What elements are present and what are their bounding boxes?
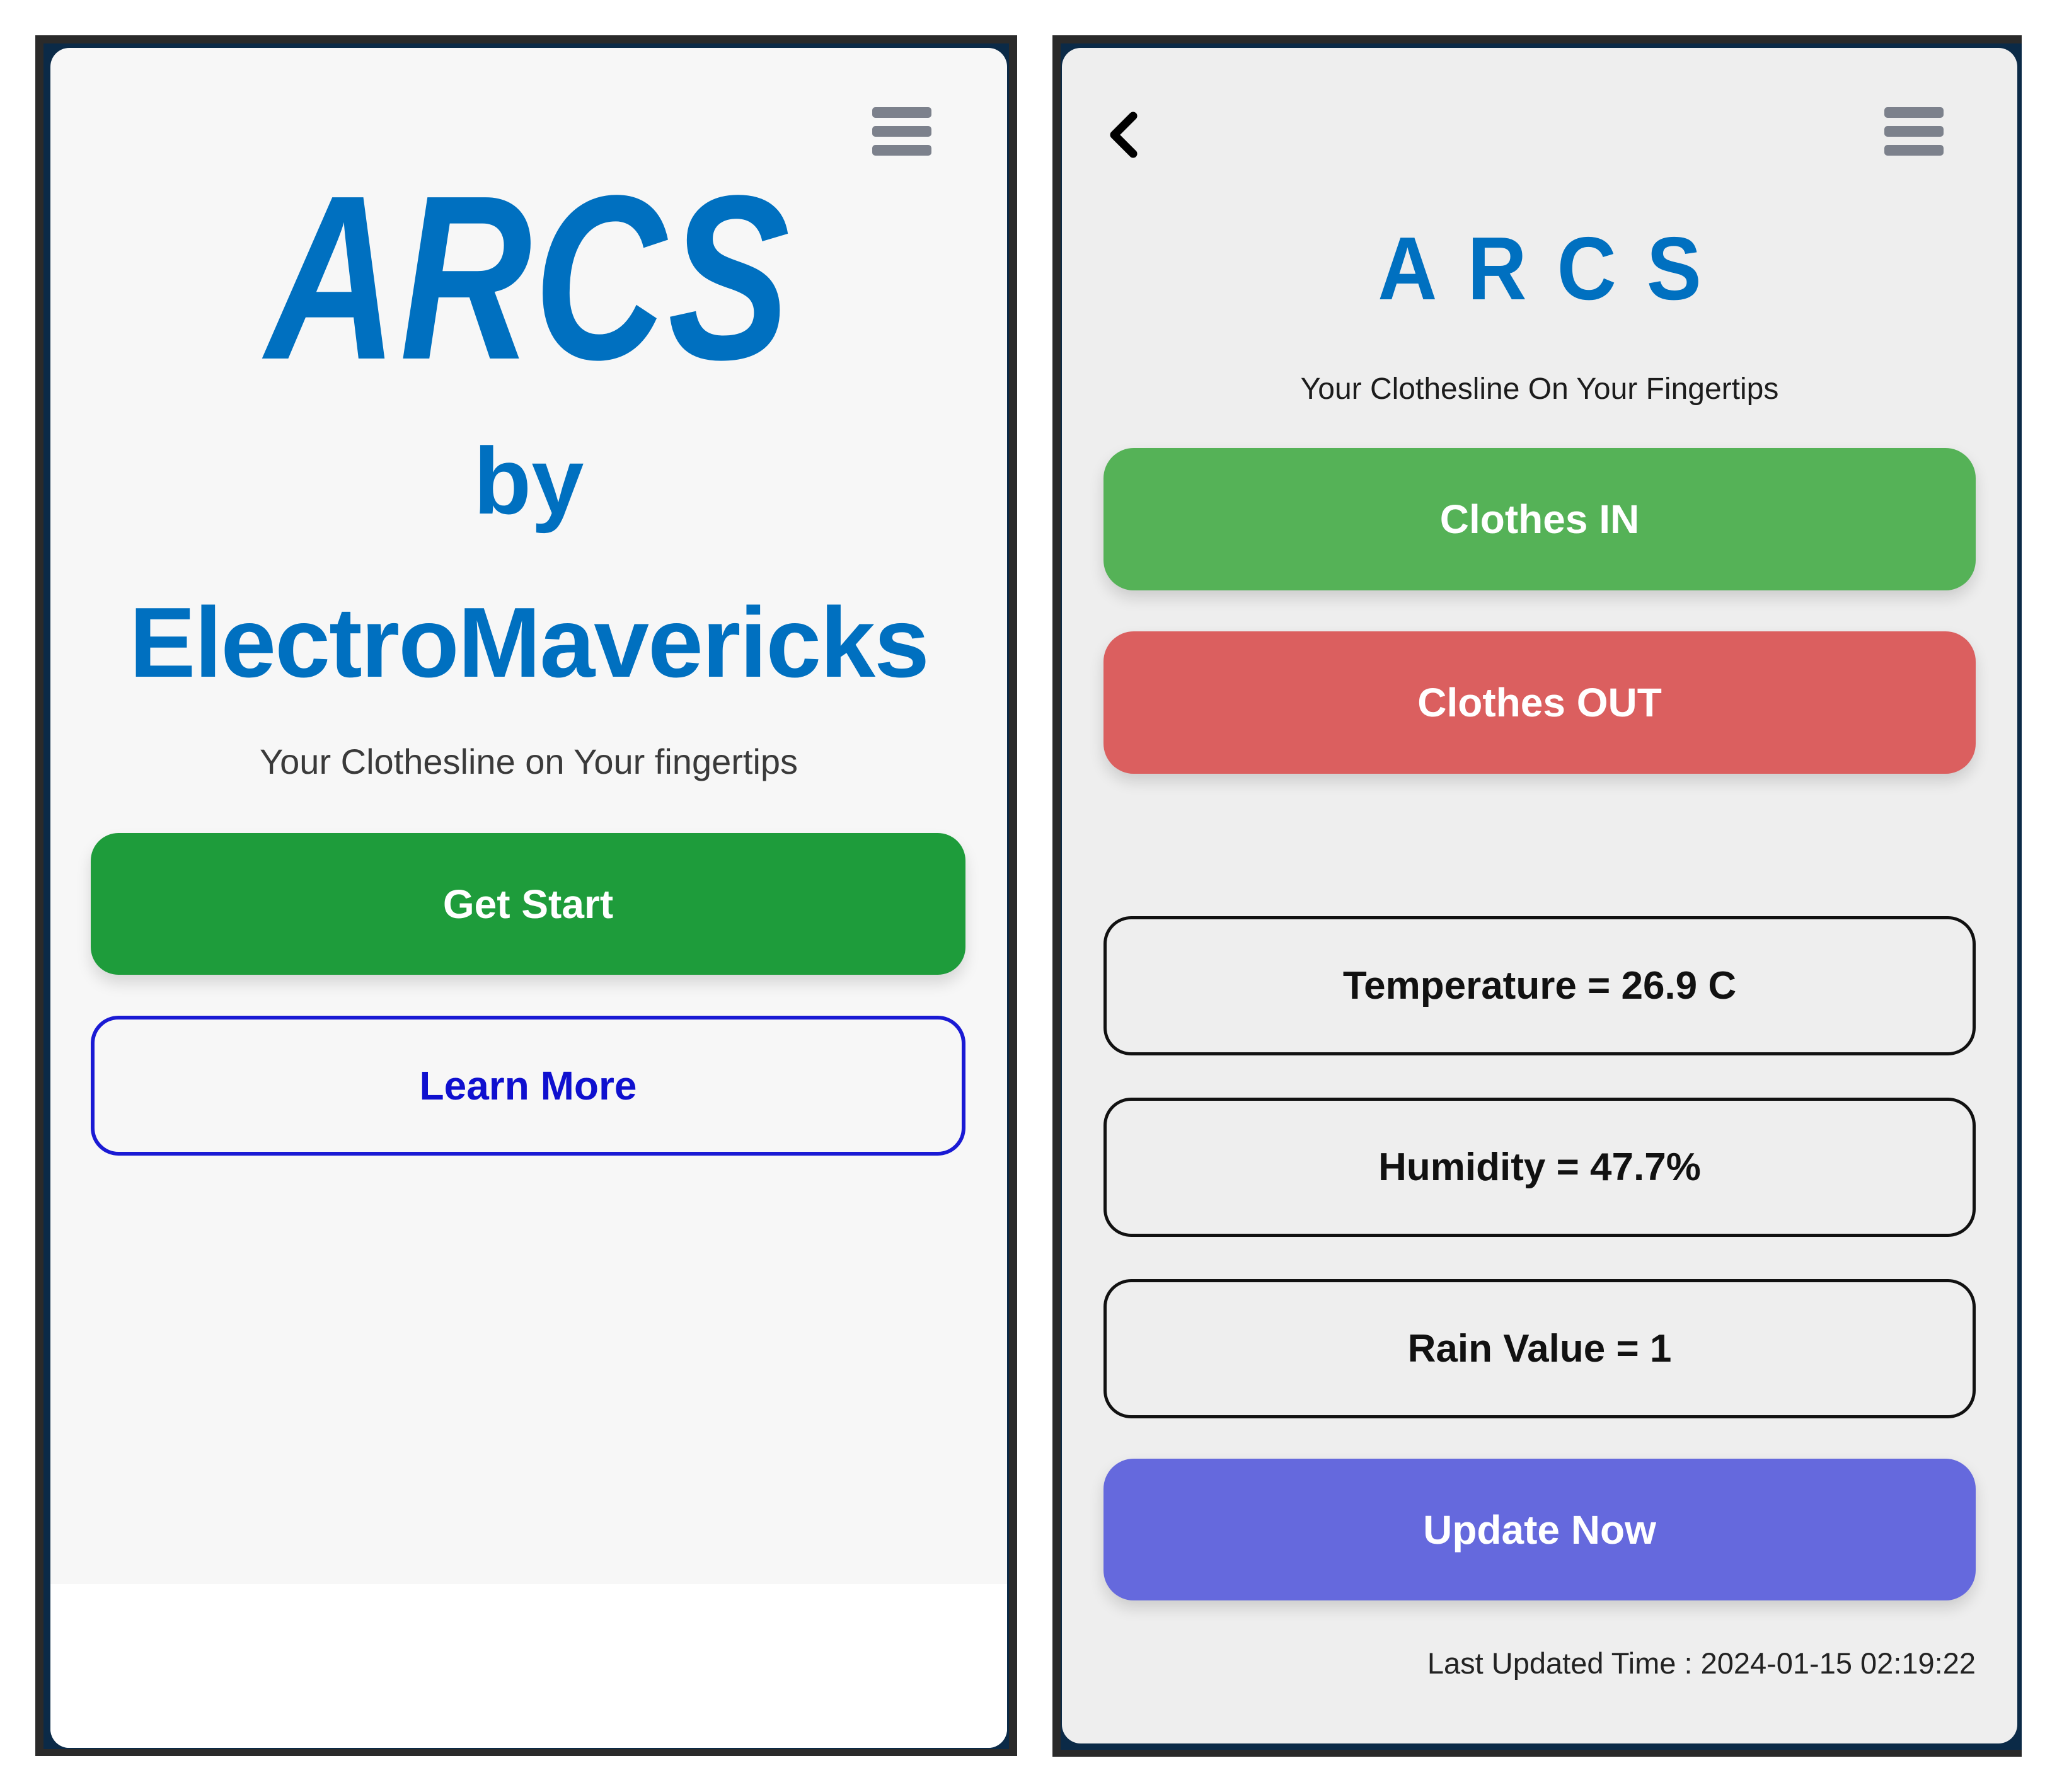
- landing-footer: [50, 1584, 1007, 1748]
- landing-phone-frame: ARCS by ElectroMavericks Your Clotheslin…: [35, 35, 1017, 1756]
- learn-more-label: Learn More: [419, 1063, 637, 1108]
- clothes-in-label: Clothes IN: [1439, 497, 1640, 542]
- menu-bar: [1884, 126, 1944, 137]
- chevron-left-glyph: [1110, 112, 1138, 158]
- menu-bar: [872, 145, 931, 156]
- rain-value: Rain Value = 1: [1407, 1327, 1672, 1370]
- get-start-label: Get Start: [442, 881, 614, 927]
- menu-bar: [1884, 145, 1944, 156]
- clothes-out-button[interactable]: Clothes OUT: [1103, 631, 1976, 774]
- dashboard-phone-frame: ARCS Your Clothesline On Your Fingertips…: [1052, 35, 2022, 1757]
- by-label: by: [473, 428, 584, 534]
- frame-edge: [35, 35, 43, 1756]
- frame-edge: [35, 1749, 1017, 1756]
- menu-bar: [1884, 107, 1944, 118]
- tagline: Your Clothesline on Your fingertips: [259, 742, 798, 781]
- chevron-left-icon[interactable]: [1108, 111, 1139, 159]
- last-updated-label: Last Updated Time :: [1427, 1646, 1701, 1680]
- tagline: Your Clothesline On Your Fingertips: [1300, 372, 1779, 406]
- arcs-logo: ARCS: [265, 146, 792, 408]
- clothes-out-label: Clothes OUT: [1417, 680, 1662, 725]
- menu-bar: [872, 107, 931, 118]
- get-start-button[interactable]: Get Start: [91, 833, 965, 975]
- frame-edge: [1052, 35, 2022, 43]
- humidity-reading: Humidity = 47.7%: [1103, 1098, 1976, 1237]
- frame-edge: [35, 35, 1017, 43]
- learn-more-button[interactable]: Learn More: [91, 1016, 965, 1156]
- menu-bar: [872, 126, 931, 137]
- clothes-in-button[interactable]: Clothes IN: [1103, 448, 1976, 590]
- hamburger-menu-icon[interactable]: [872, 107, 931, 156]
- hamburger-menu-icon[interactable]: [1884, 107, 1944, 156]
- update-now-label: Update Now: [1423, 1507, 1656, 1553]
- frame-edge: [1052, 1750, 2022, 1757]
- last-updated-time: Last Updated Time : 2024-01-15 02:19:22: [1427, 1648, 1976, 1678]
- humidity-value: Humidity = 47.7%: [1378, 1146, 1701, 1189]
- landing-screen: ARCS by ElectroMavericks Your Clotheslin…: [50, 48, 1007, 1748]
- rain-reading: Rain Value = 1: [1103, 1279, 1976, 1418]
- last-updated-value: 2024-01-15 02:19:22: [1700, 1646, 1976, 1680]
- dashboard-screen: ARCS Your Clothesline On Your Fingertips…: [1062, 48, 2017, 1743]
- update-now-button[interactable]: Update Now: [1103, 1459, 1976, 1600]
- frame-edge: [1009, 35, 1017, 1756]
- frame-edge: [1052, 35, 1061, 1757]
- arcs-logo: ARCS: [1378, 219, 1732, 319]
- temperature-reading: Temperature = 26.9 C: [1103, 916, 1976, 1055]
- brand-name: ElectroMavericks: [129, 587, 930, 698]
- temperature-value: Temperature = 26.9 C: [1342, 964, 1737, 1008]
